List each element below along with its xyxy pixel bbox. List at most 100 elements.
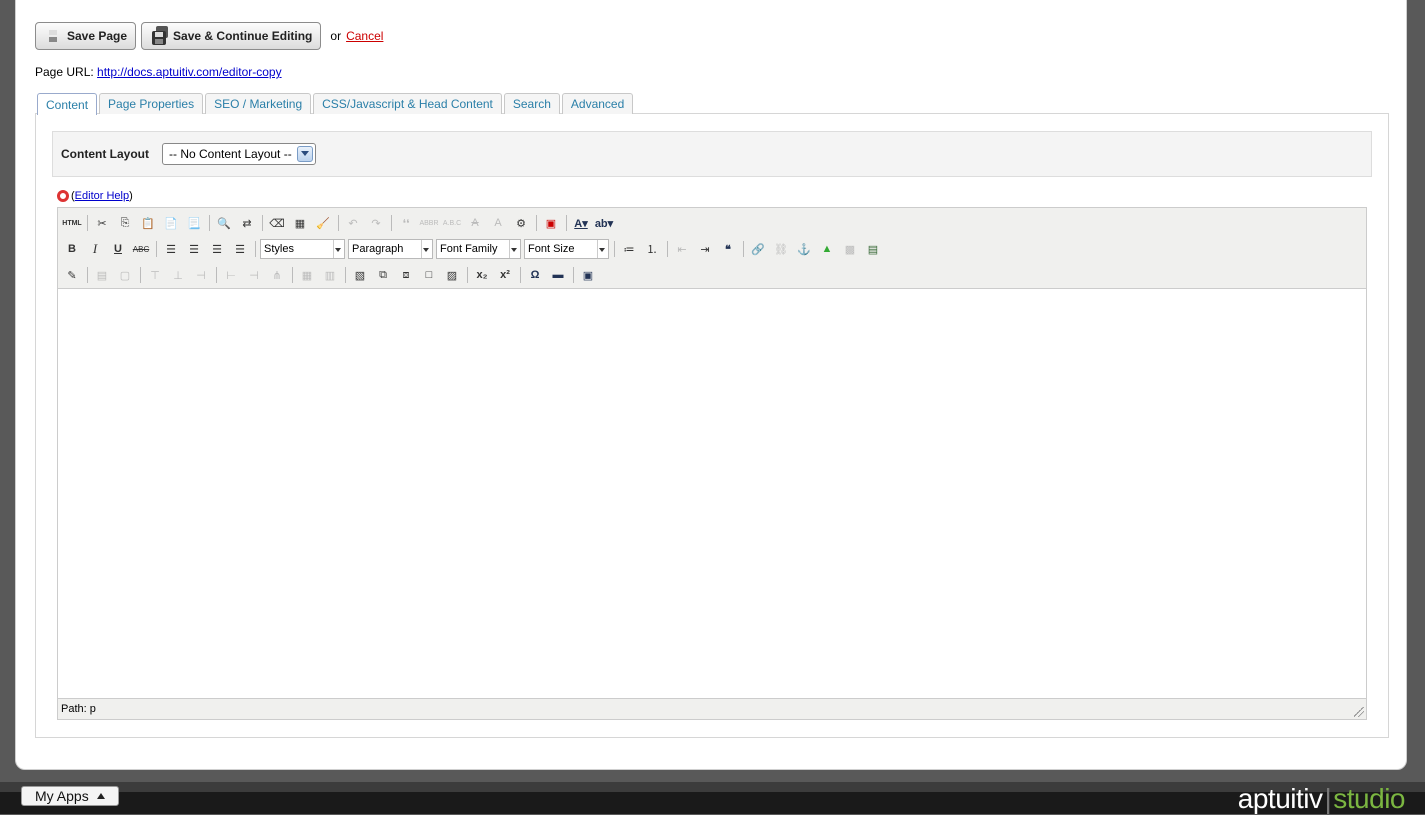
cut-icon[interactable]: ✂ <box>92 213 112 233</box>
page-url-link[interactable]: http://docs.aptuitiv.com/editor-copy <box>97 65 282 79</box>
paste-word-icon[interactable]: 📃 <box>184 213 204 233</box>
insert-col-after-icon[interactable]: ⊣ <box>244 265 264 285</box>
merge-cells-icon[interactable]: ▥ <box>320 265 340 285</box>
image-icon[interactable]: ▲ <box>817 239 837 259</box>
font-size-select[interactable]: Font Size <box>524 239 609 259</box>
bullet-list-icon[interactable]: ≔ <box>619 239 639 259</box>
outdent-icon[interactable]: ⇤ <box>672 239 692 259</box>
tab-advanced[interactable]: Advanced <box>561 93 634 114</box>
brand-sub: studio <box>1333 783 1405 814</box>
font-family-select[interactable]: Font Family <box>436 239 521 259</box>
align-center-icon[interactable]: ☰ <box>184 239 204 259</box>
tab-search[interactable]: Search <box>503 93 560 114</box>
styles-select-label: Styles <box>264 243 294 255</box>
special-char-icon[interactable]: Ω <box>525 265 545 285</box>
horizontal-rule-icon[interactable]: ▬ <box>548 265 568 285</box>
resize-handle-icon[interactable] <box>1354 707 1364 717</box>
find-icon[interactable]: 🔍 <box>214 213 234 233</box>
content-layout-select[interactable]: -- No Content Layout -- <box>162 143 316 165</box>
indent-icon[interactable]: ⇥ <box>695 239 715 259</box>
toolbar-separator <box>345 267 346 283</box>
paste-icon[interactable]: 📋 <box>138 213 158 233</box>
bold-icon[interactable]: B <box>62 239 82 259</box>
row-props-icon[interactable]: ▤ <box>92 265 112 285</box>
cite-icon[interactable]: ❛❛ <box>396 213 416 233</box>
abbr-icon[interactable]: ABBR <box>419 213 439 233</box>
underline-icon[interactable]: U <box>108 239 128 259</box>
highlight-color-icon[interactable]: ab▾ <box>594 213 614 233</box>
delete-icon[interactable]: A <box>465 213 485 233</box>
insert-row-before-icon[interactable]: ⊤ <box>145 265 165 285</box>
delete-col-icon[interactable]: ⋔ <box>267 265 287 285</box>
blockquote-icon[interactable]: ❝ <box>718 239 738 259</box>
attributes-icon[interactable]: ⚙ <box>511 213 531 233</box>
insert-row-after-icon[interactable]: ⊥ <box>168 265 188 285</box>
toolbar-separator <box>573 267 574 283</box>
html-source-icon[interactable]: HTML <box>62 213 82 233</box>
move-forward-icon[interactable]: ⧉ <box>373 265 393 285</box>
tab-css-javascript[interactable]: CSS/Javascript & Head Content <box>313 93 502 114</box>
link-icon[interactable]: 🔗 <box>748 239 768 259</box>
edit-table-icon[interactable]: ✎ <box>62 265 82 285</box>
or-text: or <box>330 29 342 43</box>
align-right-icon[interactable]: ☰ <box>207 239 227 259</box>
copy-icon[interactable]: ⎘ <box>115 213 135 233</box>
editor-content-area[interactable] <box>58 289 1366 699</box>
media-icon[interactable]: ▤ <box>863 239 883 259</box>
font-family-select-label: Font Family <box>440 243 498 255</box>
block-icon[interactable]: ▣ <box>541 213 561 233</box>
save-page-button[interactable]: Save Page <box>35 22 137 50</box>
insert-icon[interactable]: A <box>488 213 508 233</box>
styles-select[interactable]: Styles <box>260 239 345 259</box>
my-apps-button[interactable]: My Apps <box>21 786 119 806</box>
eraser-icon[interactable]: ⌫ <box>267 213 287 233</box>
paste-text-icon[interactable]: 📄 <box>161 213 181 233</box>
toolbar-row-3: ✎ ▤ ▢ ⊤ ⊥ ⊣ ⊢ ⊣ ⋔ ▦ ▥ ▧ ⧉ ⧈ □ ▨ x₂ x² Ω <box>62 264 601 286</box>
cleanup-icon[interactable]: 🧹 <box>313 213 333 233</box>
cancel-link[interactable]: Cancel <box>346 29 383 43</box>
toolbar-separator <box>338 215 339 231</box>
action-bar: Save Page Save & Continue Editing or Can… <box>35 22 383 50</box>
align-left-icon[interactable]: ☰ <box>161 239 181 259</box>
editor-toolbars: HTML ✂ ⎘ 📋 📄 📃 🔍 ⇄ ⌫ ▦ 🧹 ↶ ↷ ❛❛ ABBR A.B… <box>58 208 1366 289</box>
insert-layer-icon[interactable]: ▧ <box>350 265 370 285</box>
style-props-icon[interactable]: ▨ <box>442 265 462 285</box>
acronym-icon[interactable]: A.B.C <box>442 213 462 233</box>
toolbar-separator <box>87 267 88 283</box>
chevron-down-icon[interactable] <box>297 146 313 162</box>
text-color-icon[interactable]: A▾ <box>571 213 591 233</box>
align-justify-icon[interactable]: ☰ <box>230 239 250 259</box>
move-backward-icon[interactable]: ⧈ <box>396 265 416 285</box>
table-icon[interactable]: ▦ <box>290 213 310 233</box>
redo-icon[interactable]: ↷ <box>366 213 386 233</box>
format-select[interactable]: Paragraph <box>348 239 433 259</box>
image-properties-icon[interactable]: ▩ <box>840 239 860 259</box>
triangle-up-icon <box>96 793 105 799</box>
split-cells-icon[interactable]: ▦ <box>297 265 317 285</box>
toolbar-row-2: B I U ABC ☰ ☰ ☰ ☰ Styles Paragraph Font … <box>62 238 886 260</box>
fullscreen-icon[interactable]: ▣ <box>578 265 598 285</box>
save-continue-button[interactable]: Save & Continue Editing <box>141 22 322 50</box>
content-layout-value: -- No Content Layout -- <box>169 147 292 161</box>
editor-help-link[interactable]: Editor Help <box>75 190 129 202</box>
insert-col-before-icon[interactable]: ⊢ <box>221 265 241 285</box>
my-apps-label: My Apps <box>35 788 89 804</box>
undo-icon[interactable]: ↶ <box>343 213 363 233</box>
numbered-list-icon[interactable]: ⒈ <box>642 239 662 259</box>
replace-icon[interactable]: ⇄ <box>237 213 257 233</box>
anchor-icon[interactable]: ⚓ <box>794 239 814 259</box>
bottom-bar-strip <box>0 782 1425 792</box>
tab-content[interactable]: Content <box>37 93 98 115</box>
tab-seo-marketing[interactable]: SEO / Marketing <box>205 93 312 114</box>
italic-icon[interactable]: I <box>85 239 105 259</box>
superscript-icon[interactable]: x² <box>495 265 515 285</box>
cell-props-icon[interactable]: ▢ <box>115 265 135 285</box>
strikethrough-icon[interactable]: ABC <box>131 239 151 259</box>
toolbar-separator <box>520 267 521 283</box>
subscript-icon[interactable]: x₂ <box>472 265 492 285</box>
unlink-icon[interactable]: ⛓ <box>771 239 791 259</box>
toolbar-separator <box>216 267 217 283</box>
delete-row-icon[interactable]: ⊣ <box>191 265 211 285</box>
tab-page-properties[interactable]: Page Properties <box>99 93 204 114</box>
absolute-icon[interactable]: □ <box>419 265 439 285</box>
